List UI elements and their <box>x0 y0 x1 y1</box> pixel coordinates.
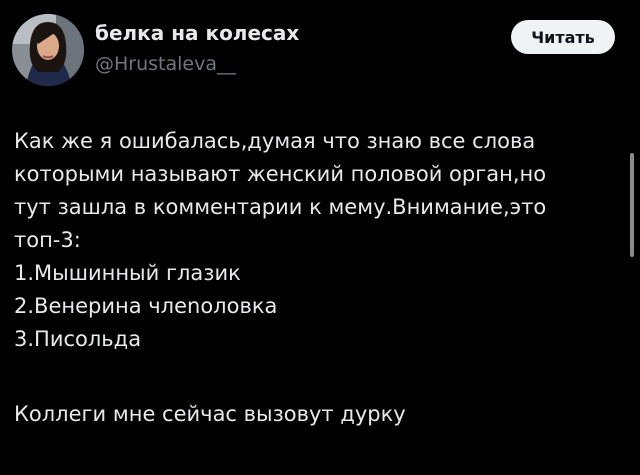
post-text: Как же я ошибалась,думая что знаю все сл… <box>14 125 614 431</box>
post-text-line: 3.Писольда <box>14 327 142 351</box>
post-text-line: 2.Венерина члеnoловка <box>14 294 278 318</box>
avatar-image <box>12 14 84 86</box>
post-text-line: которыми называют женский половой орган,… <box>14 162 547 186</box>
post-text-line: Коллеги мне сейчас вызовут дурку <box>14 402 406 426</box>
post-text-line: топ-3: <box>14 228 81 252</box>
avatar[interactable] <box>12 14 84 86</box>
post-text-line: тут зашла в комментарии к мему.Внимание,… <box>14 195 547 219</box>
post-text-line: Как же я ошибалась,думая что знаю все сл… <box>14 129 536 153</box>
post-text-line: 1.Мышинный глазик <box>14 261 241 285</box>
user-handle[interactable]: @Hrustaleva__ <box>95 53 236 75</box>
scrollbar[interactable] <box>630 153 634 257</box>
tweet-card: белка на колесах @Hrustaleva__ Читать Ка… <box>0 0 640 475</box>
display-name[interactable]: белка на колесах <box>95 21 299 45</box>
follow-button[interactable]: Читать <box>511 20 615 54</box>
